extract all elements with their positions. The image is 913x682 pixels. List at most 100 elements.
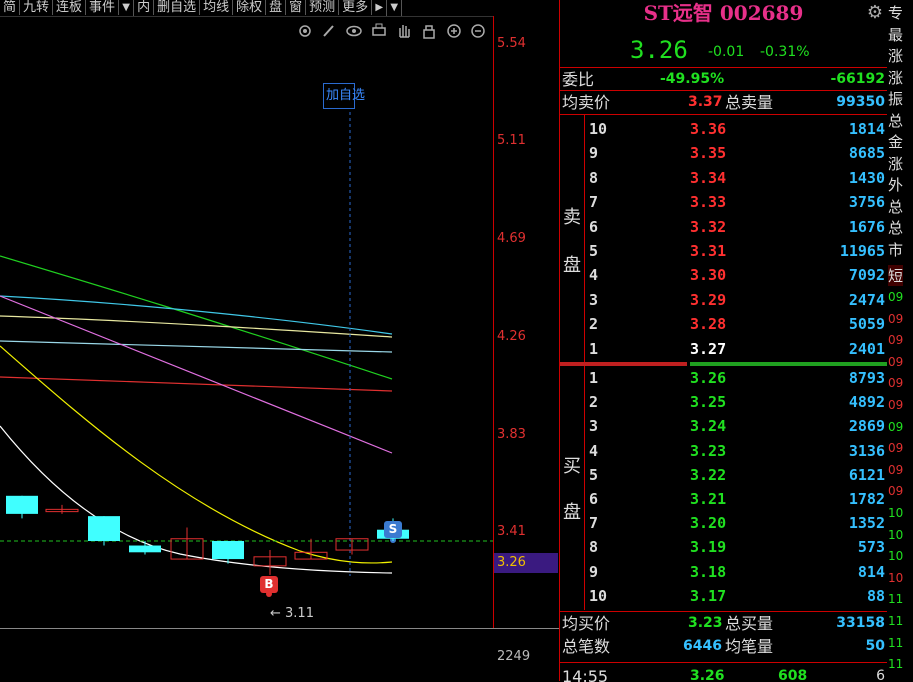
tick-time-label: 11 <box>888 635 904 650</box>
tick-time-label: 09 <box>888 441 904 456</box>
gear-icon[interactable]: ⚙ <box>867 2 883 23</box>
price-change-pct: -0.31% <box>760 44 810 60</box>
toolbar-button-6[interactable]: 删自选 <box>154 0 201 15</box>
side-stat-label: 涨 <box>888 154 904 173</box>
order-level: 5 <box>589 465 599 484</box>
toolbar-button-14[interactable]: ▼ <box>387 0 403 16</box>
settings-icon[interactable] <box>299 25 311 37</box>
avg-trade-label: 均笔量 <box>725 637 774 656</box>
weibi-row: 委比 -49.95% -66192 <box>560 67 887 91</box>
side-stat-label: 总 <box>888 219 904 237</box>
tick-count: 6 <box>876 668 885 682</box>
side-stat-label: 专 <box>888 4 904 22</box>
toolbar-button-7[interactable]: 均线 <box>200 0 234 15</box>
avg-sell-row: 均卖价 3.37 总卖量 99350 <box>560 90 887 114</box>
price-tick-label: 4.69 <box>497 231 526 246</box>
buy-order-row[interactable]: 2 3.25 4892 <box>585 390 887 414</box>
zoom-out-icon[interactable] <box>471 24 485 38</box>
buy-book: 买 盘 1 3.26 8793 2 3.25 4892 3 3.24 2869 4 3.23 3136… <box>560 366 887 610</box>
sell-order-row[interactable]: 8 3.34 1430 <box>585 166 887 190</box>
last-price: 3.26 <box>630 36 688 64</box>
buy-order-row[interactable]: 5 3.22 6121 <box>585 463 887 487</box>
kline-chart[interactable]: 加自选 B S ← 3.11 <box>0 16 493 628</box>
sell-order-row[interactable]: 1 3.27 2401 <box>585 337 887 361</box>
buy-order-row[interactable]: 6 3.21 1782 <box>585 487 887 511</box>
tick-time: 14:55 <box>562 667 609 682</box>
print-icon[interactable] <box>372 23 386 36</box>
order-volume: 1430 <box>848 168 885 187</box>
toolbar-button-0[interactable]: 简 <box>0 0 21 15</box>
order-level: 9 <box>589 562 599 581</box>
sell-order-row[interactable]: 3 3.29 2474 <box>585 288 887 312</box>
tick-time-label: 11 <box>888 592 904 607</box>
lock-icon[interactable] <box>423 25 435 39</box>
buy-order-row[interactable]: 3 3.24 2869 <box>585 414 887 438</box>
current-price-marker: 3.26 <box>494 553 558 573</box>
buy-order-row[interactable]: 9 3.18 814 <box>585 560 887 584</box>
toolbar-button-10[interactable]: 窗 <box>286 0 307 15</box>
sell-order-row[interactable]: 7 3.33 3756 <box>585 190 887 214</box>
buy-order-row[interactable]: 4 3.23 3136 <box>585 439 887 463</box>
toolbar-button-12[interactable]: 更多 <box>339 0 373 15</box>
buy-order-row[interactable]: 7 3.20 1352 <box>585 511 887 535</box>
tick-time-label: 09 <box>888 354 904 369</box>
order-volume: 6121 <box>848 465 885 484</box>
toolbar-button-9[interactable]: 盘 <box>266 0 287 15</box>
brush-icon[interactable] <box>323 25 334 37</box>
avg-sell-price: 3.37 <box>688 94 723 110</box>
ma-line <box>0 255 393 380</box>
order-level: 2 <box>589 315 599 334</box>
ma-line <box>0 295 393 335</box>
weibi-label: 委比 <box>562 70 595 89</box>
order-price: 3.24 <box>690 417 727 436</box>
buy-order-row[interactable]: 1 3.26 8793 <box>585 366 887 390</box>
toolbar-button-2[interactable]: 连板 <box>53 0 87 15</box>
order-price: 3.33 <box>690 193 727 212</box>
order-volume: 3756 <box>848 193 885 212</box>
ma-line <box>0 376 393 392</box>
sell-order-row[interactable]: 9 3.35 8685 <box>585 141 887 165</box>
toolbar-button-1[interactable]: 九转 <box>20 0 54 15</box>
quote-summary: 3.26 -0.01 -0.31% <box>560 36 887 66</box>
buy-order-row[interactable]: 10 3.17 88 <box>585 584 887 608</box>
weibi-value: -66192 <box>830 71 885 87</box>
sell-order-row[interactable]: 4 3.30 7092 <box>585 263 887 287</box>
zoom-in-icon[interactable] <box>447 24 461 38</box>
volume-axis-label: 2249 <box>497 649 531 664</box>
ma-line <box>0 340 393 353</box>
order-level: 8 <box>589 538 599 557</box>
order-volume: 5059 <box>848 315 885 334</box>
total-sell-label: 总卖量 <box>725 93 774 112</box>
toolbar-button-4[interactable]: ▼ <box>119 0 135 16</box>
hand-icon[interactable] <box>399 25 410 38</box>
volume-pane[interactable]: 2249 <box>0 628 559 682</box>
price-tick-label: 4.26 <box>497 329 526 344</box>
buy-signal-badge[interactable]: B <box>260 576 278 593</box>
add-favorite-button[interactable]: 加自选 <box>323 83 365 109</box>
sell-order-row[interactable]: 10 3.36 1814 <box>585 117 887 141</box>
sell-order-row[interactable]: 2 3.28 5059 <box>585 312 887 336</box>
sell-order-row[interactable]: 6 3.32 1676 <box>585 215 887 239</box>
sell-signal-badge[interactable]: S <box>384 521 402 538</box>
order-price: 3.25 <box>690 393 727 412</box>
price-tick-label: 3.41 <box>497 524 526 539</box>
order-price: 3.27 <box>690 339 727 358</box>
order-price: 3.34 <box>690 168 727 187</box>
order-level: 6 <box>589 217 599 236</box>
order-price: 3.29 <box>690 290 727 309</box>
order-volume: 3136 <box>848 441 885 460</box>
order-volume: 2869 <box>848 417 885 436</box>
toolbar-button-5[interactable]: 内 <box>134 0 155 15</box>
short-term-tab[interactable]: 短 <box>888 265 904 286</box>
toolbar-button-8[interactable]: 除权 <box>233 0 267 15</box>
side-stat-label: 金 <box>888 133 904 151</box>
side-stat-label: 总 <box>888 197 904 216</box>
toolbar-button-13[interactable]: ▶ <box>372 0 388 16</box>
sell-order-row[interactable]: 5 3.31 11965 <box>585 239 887 263</box>
toolbar-button-11[interactable]: 预测 <box>306 0 340 15</box>
tick-time-label: 09 <box>888 484 904 499</box>
toolbar-button-3[interactable]: 事件 <box>86 0 120 15</box>
stock-title[interactable]: ST远智 002689 <box>560 0 887 28</box>
buy-order-row[interactable]: 8 3.19 573 <box>585 535 887 559</box>
eye-icon[interactable] <box>346 25 362 37</box>
